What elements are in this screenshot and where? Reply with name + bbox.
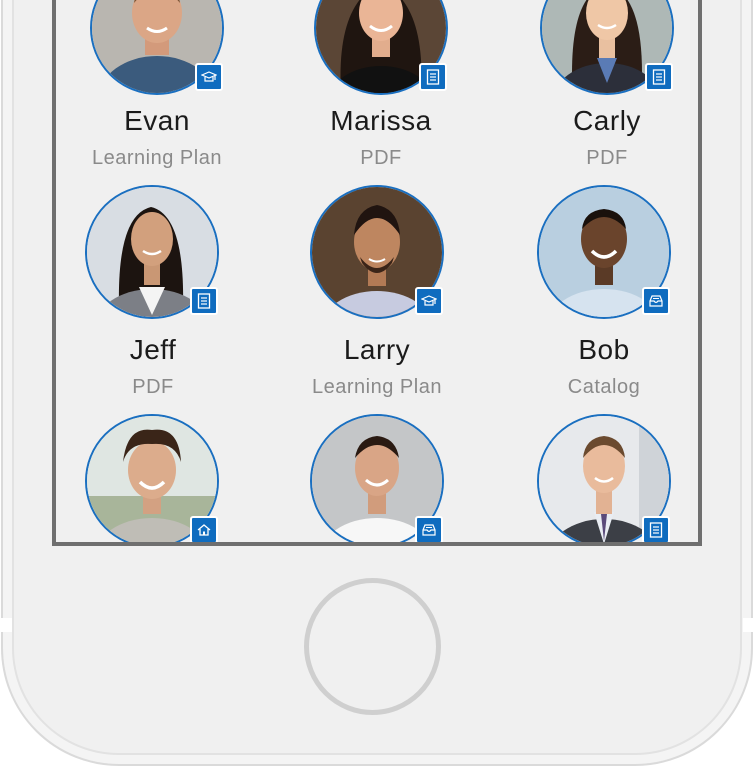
phone-screen: Evan Learning Plan Marissa PDF Carly PDF…: [52, 0, 702, 546]
person-name: Jeff: [129, 334, 177, 365]
side-button-gap-right: [743, 618, 755, 632]
person-name: Evan: [124, 105, 190, 136]
person-content-type: PDF: [360, 147, 402, 169]
document-icon: [419, 63, 447, 91]
document-icon: [190, 287, 218, 315]
person-content-type: PDF: [132, 376, 174, 398]
person-name: Bob: [578, 334, 630, 365]
person-name: Carly: [573, 105, 641, 136]
person-content-type: Learning Plan: [92, 147, 222, 169]
home-icon: [190, 516, 218, 542]
document-icon: [645, 63, 673, 91]
document-icon: [642, 516, 670, 542]
person-content-type: Catalog: [567, 376, 641, 398]
graduation-cap-icon: [195, 63, 223, 91]
person-name: Larry: [343, 334, 411, 365]
person-content-type: Learning Plan: [312, 376, 442, 398]
graduation-cap-icon: [415, 287, 443, 315]
side-button-gap-left: [0, 618, 12, 632]
catalog-tray-icon: [415, 516, 443, 542]
person-name: Marissa: [330, 105, 432, 136]
home-button[interactable]: [304, 578, 441, 715]
catalog-tray-icon: [642, 287, 670, 315]
person-content-type: PDF: [586, 147, 628, 169]
